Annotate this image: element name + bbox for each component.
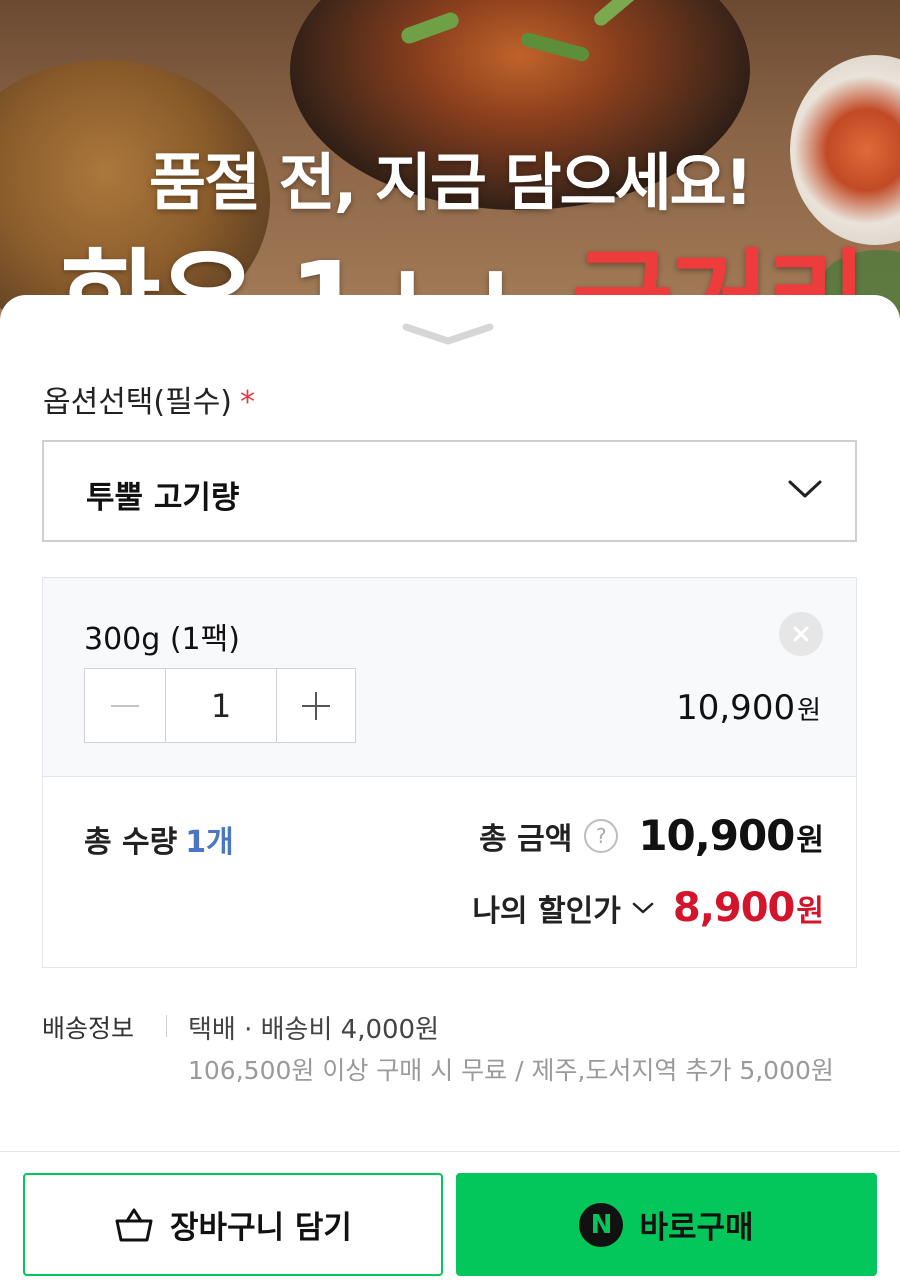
quantity-stepper: 1 xyxy=(84,668,356,743)
discount-price: 8,900원 xyxy=(672,885,824,931)
total-amount-value: 10,900 xyxy=(638,811,795,860)
close-icon[interactable] xyxy=(779,612,823,656)
discount-price-row: 나의 할인가 8,900원 xyxy=(472,885,824,931)
add-to-cart-button[interactable]: 장바구니 담기 xyxy=(23,1173,443,1276)
product-banner: 품절 전, 지금 담으세요! 한우 1++ 국거리 xyxy=(0,0,900,330)
sheet-handle-chevron-icon[interactable] xyxy=(400,321,496,347)
required-mark: * xyxy=(240,385,256,420)
chevron-down-icon xyxy=(787,477,823,501)
total-quantity-label: 총 수량 xyxy=(84,825,178,860)
chevron-down-icon[interactable] xyxy=(631,900,655,916)
item-price: 10,900원 xyxy=(676,688,821,728)
increase-quantity-button[interactable] xyxy=(277,669,355,742)
decrease-quantity-button[interactable] xyxy=(85,669,165,742)
plus-icon xyxy=(302,691,330,720)
basket-icon xyxy=(115,1208,153,1241)
item-name: 300g (1팩) xyxy=(84,622,240,657)
selected-option-item: 300g (1팩) 1 10,900원 xyxy=(42,577,857,777)
total-amount-currency: 원 xyxy=(796,823,824,858)
discount-price-value: 8,900 xyxy=(672,885,796,931)
total-amount-row: 총 금액 ? 10,900원 xyxy=(479,811,824,860)
option-selected-value: 투뿔 고기량 xyxy=(86,480,240,516)
option-dropdown[interactable]: 투뿔 고기량 xyxy=(42,440,857,542)
minus-icon xyxy=(111,704,139,707)
add-to-cart-label: 장바구니 담기 xyxy=(170,1210,352,1246)
discount-price-currency: 원 xyxy=(796,894,824,929)
shipping-free-condition: 106,500원 이상 구매 시 무료 / 제주,도서지역 추가 5,000원 xyxy=(188,1056,834,1085)
item-price-currency: 원 xyxy=(797,696,821,726)
my-discount-toggle[interactable]: 나의 할인가 xyxy=(472,886,620,930)
total-amount: 10,900원 xyxy=(638,811,824,860)
shipping-divider xyxy=(166,1015,167,1037)
item-price-value: 10,900 xyxy=(676,688,796,728)
option-bottom-sheet: 옵션선택(필수) * 투뿔 고기량 300g (1팩) 1 10,900원 총 … xyxy=(0,295,900,1288)
shipping-fee: 택배 · 배송비 4,000원 xyxy=(188,1015,440,1045)
naver-pay-icon: N xyxy=(579,1202,624,1247)
buy-now-button[interactable]: N 바로구매 xyxy=(456,1173,877,1276)
banner-headline: 품절 전, 지금 담으세요! xyxy=(149,146,753,219)
total-quantity: 총 수량 1개 xyxy=(84,817,234,861)
buy-now-label: 바로구매 xyxy=(639,1210,754,1246)
total-quantity-value: 1개 xyxy=(185,825,234,860)
total-amount-label: 총 금액 xyxy=(479,821,573,857)
help-icon[interactable]: ? xyxy=(584,818,619,853)
shipping-label: 배송정보 xyxy=(42,1014,135,1043)
quantity-value[interactable]: 1 xyxy=(165,669,277,742)
option-select-label: 옵션선택(필수) * xyxy=(43,377,255,421)
option-label-text: 옵션선택(필수) xyxy=(43,385,233,420)
order-total-summary: 총 수량 1개 총 금액 ? 10,900원 나의 할인가 8,900원 xyxy=(42,777,857,968)
action-bar-divider xyxy=(0,1151,900,1152)
